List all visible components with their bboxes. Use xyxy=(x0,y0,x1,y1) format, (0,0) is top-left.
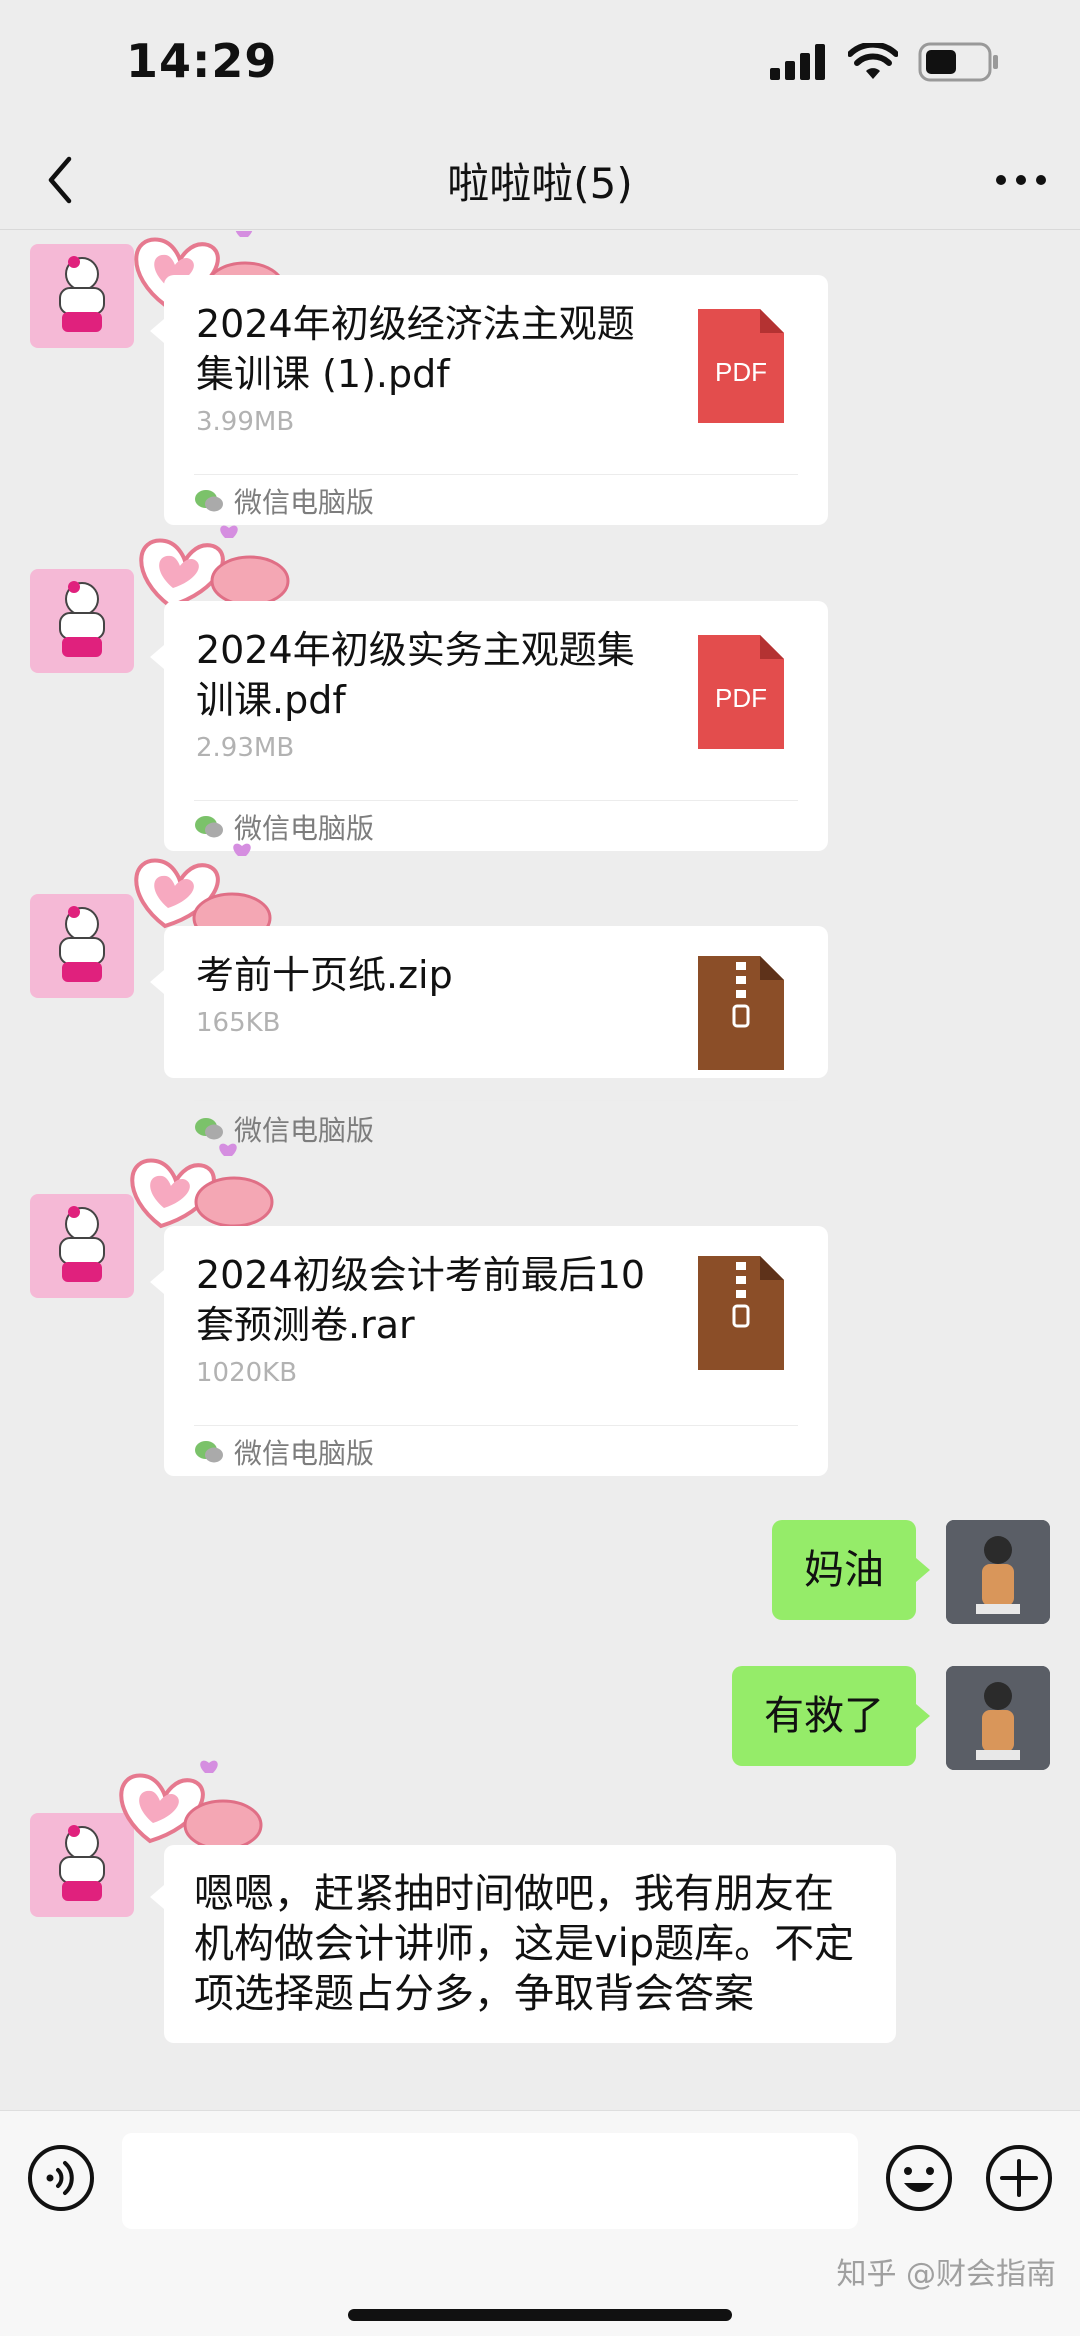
wifi-icon xyxy=(848,43,898,79)
svg-text:PDF: PDF xyxy=(715,683,767,713)
self-avatar[interactable] xyxy=(946,1666,1050,1770)
avatar-photo xyxy=(946,1666,1050,1770)
input-bar: 知乎 @财会指南 xyxy=(0,2110,1080,2336)
self-message-bubble[interactable]: 妈油 xyxy=(772,1520,930,1620)
avatar-illustration xyxy=(59,581,105,657)
more-button[interactable] xyxy=(988,150,1054,210)
file-message[interactable]: 考前十页纸.zip 165KB xyxy=(150,926,828,1101)
emoji-icon[interactable] xyxy=(884,2143,954,2213)
file-size: 3.99MB xyxy=(196,407,295,437)
file-source-label: 微信电脑版 xyxy=(234,1437,375,1470)
home-indicator xyxy=(348,2309,732,2321)
sender-avatar[interactable] xyxy=(30,569,134,673)
card-divider xyxy=(194,1425,798,1426)
status-icons xyxy=(770,42,1000,82)
archive-file-icon xyxy=(698,1256,784,1370)
chat-header: 啦啦啦(5) xyxy=(0,130,1080,230)
file-source-label: 微信电脑版 xyxy=(234,486,375,519)
file-message[interactable]: 2024初级会计考前最后10套预测卷.rar 1020KB 微信电脑版 xyxy=(150,1226,828,1476)
avatar-illustration xyxy=(59,256,105,332)
status-bar: 14:29 xyxy=(0,0,1080,130)
file-message[interactable]: 2024年初级实务主观题集训课.pdf 2.93MB PDF 微信电脑版 xyxy=(150,601,828,851)
message-list[interactable]: 2024年初级经济法主观题集训课 (1).pdf 3.99MB PDF 微信电脑… xyxy=(0,231,1080,2110)
card-divider xyxy=(194,1100,798,1101)
signal-icon xyxy=(770,44,825,80)
avatar-illustration xyxy=(59,906,105,982)
file-name: 2024年初级实务主观题集训课.pdf xyxy=(196,628,635,722)
sender-avatar[interactable] xyxy=(30,244,134,348)
message-input[interactable] xyxy=(122,2133,858,2229)
file-source: 微信电脑版 xyxy=(194,1432,374,1472)
archive-file-icon xyxy=(698,956,784,1070)
pdf-file-icon: PDF xyxy=(698,309,784,423)
svg-text:PDF: PDF xyxy=(715,357,767,387)
watermark: 知乎 @财会指南 xyxy=(836,2257,1056,2292)
file-name: 2024年初级经济法主观题集训课 (1).pdf xyxy=(196,302,635,396)
file-message[interactable]: 2024年初级经济法主观题集训课 (1).pdf 3.99MB PDF 微信电脑… xyxy=(150,275,828,525)
plus-icon[interactable] xyxy=(984,2143,1054,2213)
file-source: 微信电脑版 xyxy=(194,481,374,521)
file-size: 2.93MB xyxy=(196,733,295,763)
chat-title: 啦啦啦(5) xyxy=(447,159,633,208)
wechat-icon xyxy=(195,1441,223,1463)
file-size: 1020KB xyxy=(196,1358,298,1388)
file-name: 考前十页纸.zip xyxy=(196,953,453,997)
battery-icon xyxy=(918,42,998,82)
self-message-bubble[interactable]: 有救了 xyxy=(732,1666,930,1766)
sender-avatar[interactable] xyxy=(30,894,134,998)
more-icon xyxy=(996,175,1046,185)
file-size: 165KB xyxy=(196,1008,281,1038)
received-message-bubble[interactable]: 嗯嗯，赶紧抽时间做吧，我有朋友在机构做会计讲师，这是vip题库。不定项选择题占分… xyxy=(150,1845,896,2043)
card-divider xyxy=(194,474,798,475)
pdf-file-icon: PDF xyxy=(698,635,784,749)
wechat-icon xyxy=(195,490,223,512)
avatar-photo xyxy=(946,1520,1050,1624)
status-time: 14:29 xyxy=(126,34,278,88)
self-avatar[interactable] xyxy=(946,1520,1050,1624)
voice-icon[interactable] xyxy=(26,2143,96,2213)
file-name: 2024初级会计考前最后10套预测卷.rar xyxy=(196,1253,646,1347)
card-divider xyxy=(194,800,798,801)
